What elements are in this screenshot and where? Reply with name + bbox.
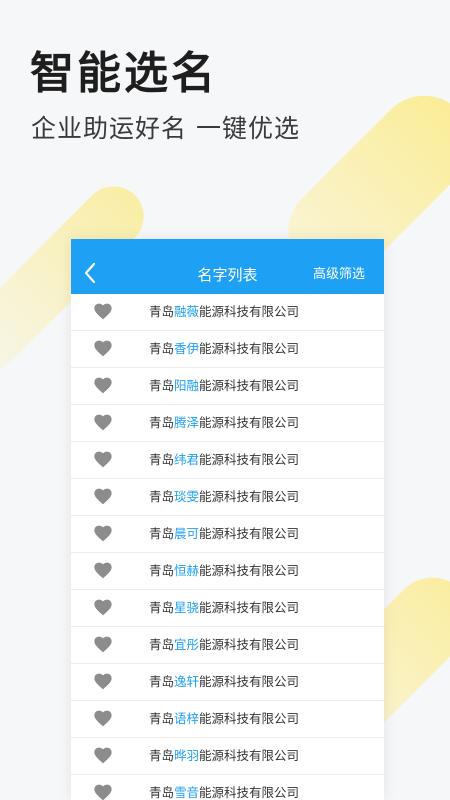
company-name-suffix: 能源科技有限公司 (199, 415, 300, 430)
company-name-prefix: 青岛 (149, 600, 175, 615)
company-name-keyword: 琰雯 (174, 489, 200, 504)
company-name-suffix: 能源科技有限公司 (199, 489, 300, 504)
company-name-keyword: 香伊 (174, 341, 200, 356)
company-name-prefix: 青岛 (149, 378, 175, 393)
company-name: 青岛宜彤能源科技有限公司 (149, 637, 299, 653)
company-name-suffix: 能源科技有限公司 (199, 600, 300, 615)
heart-icon[interactable] (94, 377, 112, 394)
name-list-item[interactable]: 青岛琰雯能源科技有限公司 (71, 479, 384, 516)
company-name-prefix: 青岛 (149, 785, 175, 800)
company-name-suffix: 能源科技有限公司 (199, 637, 300, 652)
company-name-keyword: 腾泽 (174, 415, 200, 430)
company-name-prefix: 青岛 (149, 674, 175, 689)
company-name-keyword: 纬君 (174, 452, 200, 467)
heart-icon[interactable] (94, 525, 112, 542)
heart-icon[interactable] (94, 636, 112, 653)
company-name-suffix: 能源科技有限公司 (199, 748, 300, 763)
company-name: 青岛琰雯能源科技有限公司 (149, 489, 299, 505)
company-name: 青岛纬君能源科技有限公司 (149, 452, 299, 468)
company-name-prefix: 青岛 (149, 452, 175, 467)
name-list-item[interactable]: 青岛语梓能源科技有限公司 (71, 701, 384, 738)
company-name-prefix: 青岛 (149, 711, 175, 726)
heart-icon[interactable] (94, 784, 112, 800)
company-name-keyword: 晔羽 (174, 748, 200, 763)
name-list-item[interactable]: 青岛晔羽能源科技有限公司 (71, 738, 384, 775)
company-name: 青岛雪音能源科技有限公司 (149, 785, 299, 800)
heart-icon[interactable] (94, 673, 112, 690)
company-name-suffix: 能源科技有限公司 (199, 341, 300, 356)
name-list-item[interactable]: 青岛融薇能源科技有限公司 (71, 294, 384, 331)
heart-icon[interactable] (94, 414, 112, 431)
name-list-item[interactable]: 青岛腾泽能源科技有限公司 (71, 405, 384, 442)
company-name-keyword: 雪音 (174, 785, 200, 800)
company-name-keyword: 语梓 (174, 711, 200, 726)
company-name-suffix: 能源科技有限公司 (199, 526, 300, 541)
company-name-prefix: 青岛 (149, 637, 175, 652)
name-list-item[interactable]: 青岛纬君能源科技有限公司 (71, 442, 384, 479)
heart-icon[interactable] (94, 303, 112, 320)
heart-icon[interactable] (94, 451, 112, 468)
company-name: 青岛逸轩能源科技有限公司 (149, 674, 299, 690)
name-list-item[interactable]: 青岛雪音能源科技有限公司 (71, 775, 384, 800)
company-name-keyword: 宜彤 (174, 637, 200, 652)
company-name-suffix: 能源科技有限公司 (199, 378, 300, 393)
company-name-suffix: 能源科技有限公司 (199, 563, 300, 578)
company-name-keyword: 融薇 (174, 304, 200, 319)
hero-title: 智能选名 (30, 48, 218, 99)
company-name: 青岛语梓能源科技有限公司 (149, 711, 299, 727)
company-name-prefix: 青岛 (149, 304, 175, 319)
heart-icon[interactable] (94, 340, 112, 357)
heart-icon[interactable] (94, 488, 112, 505)
company-name: 青岛融薇能源科技有限公司 (149, 304, 299, 320)
company-name: 青岛阳融能源科技有限公司 (149, 378, 299, 394)
name-list: 青岛融薇能源科技有限公司 青岛香伊能源科技有限公司 青岛阳融能源科技有限公司 青… (71, 294, 384, 800)
company-name-prefix: 青岛 (149, 341, 175, 356)
company-name-prefix: 青岛 (149, 489, 175, 504)
hero-subtitle: 企业助运好名 一键优选 (31, 114, 300, 143)
company-name-keyword: 阳融 (174, 378, 200, 393)
company-name: 青岛香伊能源科技有限公司 (149, 341, 299, 357)
company-name-prefix: 青岛 (149, 748, 175, 763)
company-name-suffix: 能源科技有限公司 (199, 785, 300, 800)
company-name-suffix: 能源科技有限公司 (199, 452, 300, 467)
company-name-prefix: 青岛 (149, 415, 175, 430)
company-name: 青岛腾泽能源科技有限公司 (149, 415, 299, 431)
company-name-keyword: 晨可 (174, 526, 200, 541)
company-name: 青岛星骁能源科技有限公司 (149, 600, 299, 616)
heart-icon[interactable] (94, 599, 112, 616)
name-list-item[interactable]: 青岛恒赫能源科技有限公司 (71, 553, 384, 590)
company-name: 青岛晔羽能源科技有限公司 (149, 748, 299, 764)
company-name-prefix: 青岛 (149, 563, 175, 578)
name-list-item[interactable]: 青岛香伊能源科技有限公司 (71, 331, 384, 368)
phone-screen: 名字列表 高级筛选 青岛融薇能源科技有限公司 青岛香伊能源科技有限公司 青岛阳融… (71, 239, 384, 800)
company-name-keyword: 星骁 (174, 600, 200, 615)
company-name-suffix: 能源科技有限公司 (199, 711, 300, 726)
nav-bar: 名字列表 高级筛选 (71, 239, 384, 294)
name-list-item[interactable]: 青岛逸轩能源科技有限公司 (71, 664, 384, 701)
name-list-item[interactable]: 青岛晨可能源科技有限公司 (71, 516, 384, 553)
heart-icon[interactable] (94, 747, 112, 764)
company-name-keyword: 逸轩 (174, 674, 200, 689)
company-name: 青岛晨可能源科技有限公司 (149, 526, 299, 542)
name-list-item[interactable]: 青岛星骁能源科技有限公司 (71, 590, 384, 627)
heart-icon[interactable] (94, 562, 112, 579)
company-name: 青岛恒赫能源科技有限公司 (149, 563, 299, 579)
name-list-item[interactable]: 青岛阳融能源科技有限公司 (71, 368, 384, 405)
company-name-suffix: 能源科技有限公司 (199, 304, 300, 319)
company-name-keyword: 恒赫 (174, 563, 200, 578)
name-list-item[interactable]: 青岛宜彤能源科技有限公司 (71, 627, 384, 664)
heart-icon[interactable] (94, 710, 112, 727)
company-name-suffix: 能源科技有限公司 (199, 674, 300, 689)
advanced-filter-button[interactable]: 高级筛选 (313, 267, 365, 283)
company-name-prefix: 青岛 (149, 526, 175, 541)
